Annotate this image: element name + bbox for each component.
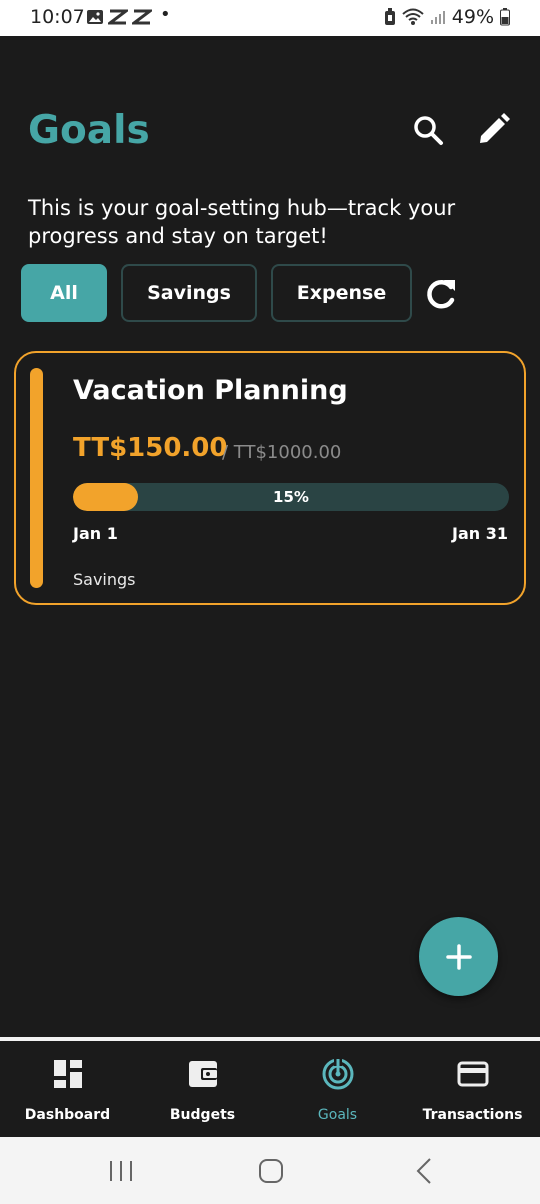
gallery-icon [87,10,103,24]
battery-icon [500,8,510,26]
battery-percent: 49% [451,6,494,28]
goal-start-date: Jan 1 [73,524,118,543]
goal-category: Savings [73,570,136,589]
page-subtitle: This is your goal-setting hub—track your… [28,196,456,248]
goal-name: Vacation Planning [73,375,348,406]
credit-card-icon [457,1061,488,1087]
nav-item-transactions[interactable]: Transactions [405,1041,540,1137]
recent-apps-icon[interactable] [108,1159,134,1183]
refresh-icon[interactable] [420,274,460,314]
filter-chip-label: All [50,282,78,304]
capcut-icon [132,9,152,25]
goal-progress-label: 15% [273,488,309,506]
filter-chip-all[interactable]: All [21,264,107,322]
filter-chip-savings[interactable]: Savings [121,264,257,322]
capcut-icon [108,9,128,25]
search-icon[interactable] [410,112,446,148]
notification-icons [86,9,152,25]
target-icon [322,1057,353,1090]
signal-icon [430,11,445,24]
goal-end-date: Jan 31 [452,524,508,543]
filter-chip-label: Savings [147,282,231,304]
page-title: Goals [28,108,150,153]
nav-label: Transactions [422,1107,523,1123]
edit-pencil-icon[interactable] [475,112,511,148]
nav-item-budgets[interactable]: Budgets [135,1041,270,1137]
nav-item-dashboard[interactable]: Dashboard [0,1041,135,1137]
nav-label: Goals [317,1107,358,1123]
add-goal-button[interactable] [419,917,498,996]
goal-card-accent [30,368,43,588]
nav-label: Budgets [169,1107,236,1123]
goal-card[interactable]: Vacation Planning TT$150.00 / TT$1000.00… [14,351,526,605]
wallet-icon [188,1061,217,1087]
status-time: 10:07 [30,6,85,28]
battery-saver-icon [384,8,395,25]
nav-item-goals[interactable]: Goals [270,1041,405,1137]
goal-target-amount: / TT$1000.00 [222,442,342,463]
plus-icon [445,943,472,970]
system-icons: 49% [384,6,510,28]
status-bar: 10:07 • 49% [0,0,540,36]
system-navigation-bar [0,1137,540,1204]
dashboard-icon [53,1060,82,1088]
home-icon[interactable] [258,1158,284,1184]
nav-label: Dashboard [24,1107,111,1123]
goal-current-amount: TT$150.00 [73,433,228,463]
filter-chip-label: Expense [296,282,387,304]
bottom-nav: Dashboard Budgets Goals Transactions [0,1037,540,1137]
wifi-icon [402,8,424,25]
filter-chip-expense[interactable]: Expense [271,264,412,322]
back-icon[interactable] [412,1157,436,1185]
more-notifications-dot: • [160,4,171,25]
goal-progress-bar: 15% [73,483,509,511]
